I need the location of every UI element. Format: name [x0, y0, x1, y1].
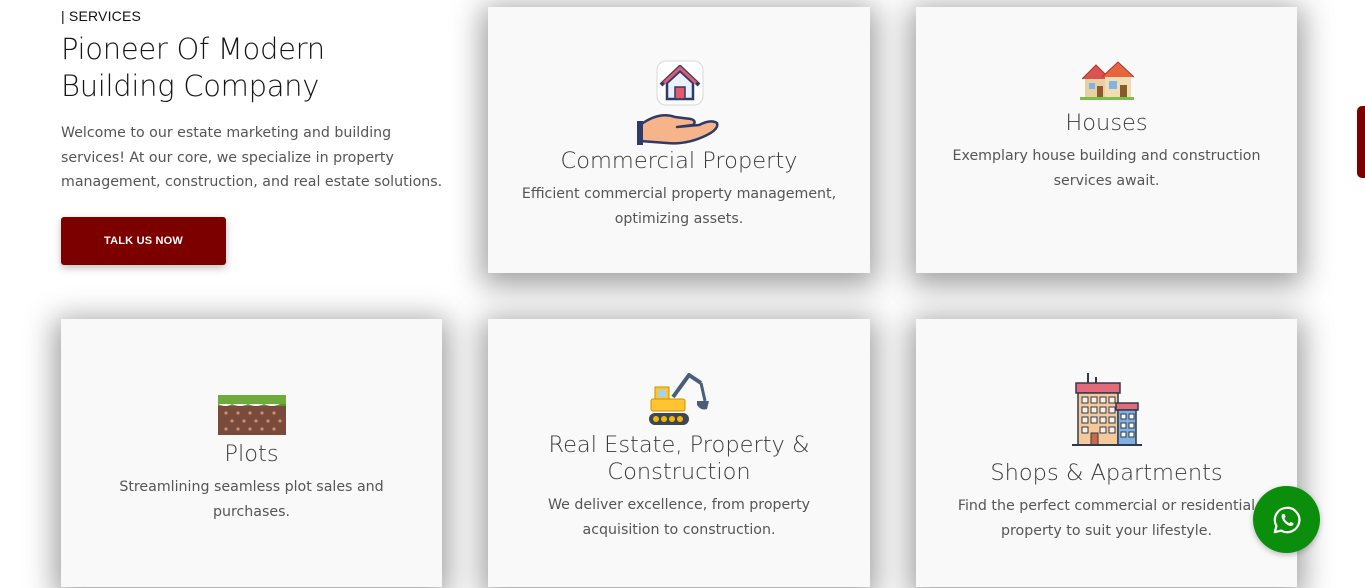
card-description: Streamlining seamless plot sales and pur… [119, 479, 384, 520]
whatsapp-chat-button[interactable] [1253, 486, 1320, 553]
page-title-line-1: Pioneer Of Modern [61, 32, 325, 66]
page-title-line-2: Building Company [61, 69, 320, 103]
card-title: Shops & Apartments [990, 460, 1223, 486]
service-card-houses[interactable]: Houses Exemplary house building and cons… [916, 7, 1297, 273]
card-title: Real Estate, Property & Construction [488, 432, 870, 486]
card-title-line-2: Construction [607, 459, 751, 485]
service-card-shops-apartments[interactable]: Shops & Apartments Find the perfect comm… [916, 319, 1297, 587]
whatsapp-icon [1272, 505, 1302, 535]
card-description: Find the perfect commercial or residenti… [957, 498, 1256, 539]
service-card-plots[interactable]: Plots Streamlining seamless plot sales a… [61, 319, 442, 587]
section-eyebrow: | SERVICES [61, 8, 142, 24]
card-title-line-1: Real Estate, Property & [548, 432, 810, 458]
card-description: Exemplary house building and constructio… [952, 148, 1261, 189]
apartment-building-icon [1071, 373, 1142, 447]
service-card-real-estate-construction[interactable]: Real Estate, Property & Construction We … [488, 319, 870, 587]
intro-description: Welcome to our estate marketing and buil… [61, 125, 443, 190]
card-title: Plots [224, 441, 279, 467]
card-description: We deliver excellence, from property acq… [547, 497, 811, 538]
page-title: Pioneer Of Modern Building Company [61, 31, 461, 105]
talk-us-now-button[interactable]: TALK US NOW [61, 217, 226, 265]
soil-plot-icon [217, 395, 286, 435]
card-title: Houses [1065, 110, 1148, 136]
houses-icon [1079, 59, 1134, 103]
excavator-icon [649, 371, 709, 427]
house-in-hand-icon [637, 59, 721, 149]
card-title: Commercial Property [560, 148, 798, 174]
service-card-commercial-property[interactable]: Commercial Property Efficient commercial… [488, 7, 870, 273]
side-tab[interactable] [1357, 106, 1365, 178]
card-description: Efficient commercial property management… [521, 186, 837, 227]
